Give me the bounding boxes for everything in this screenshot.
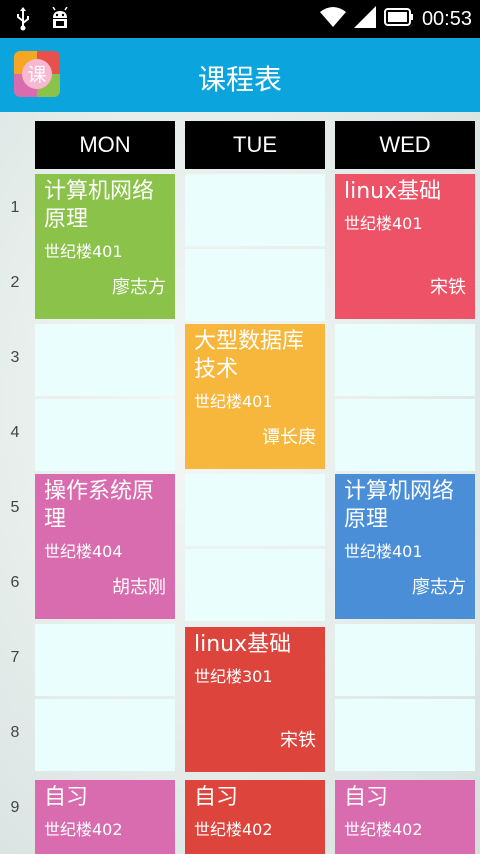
- course-name: 操作系统原理: [44, 479, 155, 532]
- course-teacher: 宋铁: [280, 730, 316, 751]
- period-number: 9: [10, 799, 20, 816]
- course-name: 计算机网络原理: [344, 479, 455, 532]
- course-name: linux基础: [344, 179, 442, 204]
- course-room: 世纪楼404: [44, 542, 123, 561]
- empty-cell[interactable]: [35, 699, 175, 771]
- period-number: 2: [10, 274, 20, 291]
- course-name: 大型数据库技术: [194, 329, 305, 382]
- course-room: 世纪楼402: [344, 820, 423, 839]
- period-number: 5: [10, 499, 20, 516]
- timetable: MON TUE WED 1 2 3 4 5 6 7 8 9 计算机网络原理 世纪…: [0, 112, 480, 854]
- page-title: 课程表: [197, 63, 282, 96]
- course-room: 世纪楼402: [194, 820, 273, 839]
- wifi-icon: [319, 6, 346, 32]
- empty-cell[interactable]: [185, 549, 325, 621]
- period-number: 6: [10, 574, 20, 591]
- empty-cell[interactable]: [335, 624, 475, 696]
- course-name: linux基础: [194, 632, 292, 657]
- empty-cell[interactable]: [35, 624, 175, 696]
- day-header-wed: WED: [335, 121, 475, 169]
- empty-cell[interactable]: [335, 399, 475, 471]
- course-card[interactable]: 大型数据库技术 世纪楼401 谭长庚: [185, 324, 325, 469]
- course-room: 世纪楼301: [194, 667, 273, 686]
- course-teacher: 胡志刚: [112, 577, 166, 598]
- status-time: 00:53: [421, 7, 472, 30]
- empty-cell[interactable]: [185, 249, 325, 321]
- signal-icon: [353, 6, 376, 32]
- day-header-mon: MON: [35, 121, 175, 169]
- status-bar: 00:53: [0, 0, 480, 38]
- course-room: 世纪楼401: [194, 392, 273, 411]
- app-bar: 课 课程表: [0, 38, 480, 112]
- course-teacher: 廖志方: [112, 277, 166, 298]
- course-teacher: 宋铁: [430, 277, 466, 298]
- usb-icon: [16, 7, 30, 35]
- course-card[interactable]: 计算机网络原理 世纪楼401 廖志方: [335, 474, 475, 619]
- course-teacher: 廖志方: [412, 577, 466, 598]
- empty-cell[interactable]: [185, 474, 325, 546]
- empty-cell[interactable]: [185, 174, 325, 246]
- course-name: 自习: [344, 785, 389, 810]
- course-card[interactable]: 操作系统原理 世纪楼404 胡志刚: [35, 474, 175, 619]
- course-name: 计算机网络原理: [44, 179, 155, 232]
- period-number: 8: [10, 724, 20, 741]
- android-debug-icon: [48, 6, 72, 35]
- course-room: 世纪楼401: [344, 542, 423, 561]
- empty-cell[interactable]: [35, 399, 175, 471]
- course-name: 自习: [194, 785, 239, 810]
- course-room: 世纪楼402: [44, 820, 123, 839]
- course-room: 世纪楼401: [344, 214, 423, 233]
- empty-cell[interactable]: [35, 324, 175, 396]
- period-number: 3: [10, 349, 20, 366]
- course-card[interactable]: 自习 世纪楼402: [335, 780, 475, 854]
- course-room: 世纪楼401: [44, 242, 123, 261]
- course-card[interactable]: 计算机网络原理 世纪楼401 廖志方: [35, 174, 175, 319]
- course-teacher: 谭长庚: [262, 427, 316, 448]
- empty-cell[interactable]: [335, 324, 475, 396]
- course-card[interactable]: 自习 世纪楼402: [35, 780, 175, 854]
- day-header-tue: TUE: [185, 121, 325, 169]
- course-name: 自习: [44, 785, 89, 810]
- period-number: 4: [10, 424, 20, 441]
- period-number: 7: [10, 649, 20, 666]
- course-card[interactable]: linux基础 世纪楼401 宋铁: [335, 174, 475, 319]
- empty-cell[interactable]: [335, 699, 475, 771]
- period-number: 1: [10, 199, 20, 216]
- course-card[interactable]: linux基础 世纪楼301 宋铁: [185, 627, 325, 772]
- course-card[interactable]: 自习 世纪楼402: [185, 780, 325, 854]
- battery-icon: [383, 7, 414, 31]
